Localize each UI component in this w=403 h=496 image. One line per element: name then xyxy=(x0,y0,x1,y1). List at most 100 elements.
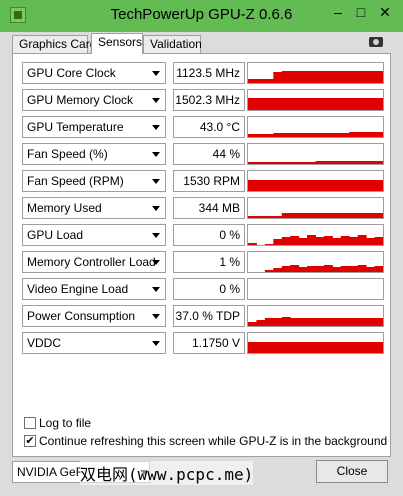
sensor-label: Video Engine Load xyxy=(27,282,129,296)
sensor-value: 1.1750 V xyxy=(173,332,245,354)
graph-bar xyxy=(281,133,291,137)
graph-bar xyxy=(332,318,342,326)
graph-bar xyxy=(332,342,342,353)
graph-bar xyxy=(281,266,291,272)
graph-bar xyxy=(374,132,383,137)
graph-bar xyxy=(332,98,342,110)
graph-bar xyxy=(264,162,274,164)
graph-bar xyxy=(323,161,333,164)
graph-bar xyxy=(349,132,359,137)
graph-bar xyxy=(273,216,283,218)
graph-bar xyxy=(273,162,283,164)
graph-bar xyxy=(366,342,376,353)
graph-bar xyxy=(315,237,325,245)
close-button[interactable]: Close xyxy=(316,460,388,483)
graph-bar xyxy=(290,236,300,245)
graph-bar xyxy=(323,133,333,137)
chevron-down-icon[interactable] xyxy=(152,233,160,238)
graph-bar xyxy=(315,266,325,272)
graph-bar xyxy=(264,270,274,272)
tab-sensors[interactable]: Sensors xyxy=(91,33,143,54)
title-bar[interactable]: TechPowerUp GPU-Z 0.6.6 – □ ✕ xyxy=(0,0,403,32)
chevron-down-icon[interactable] xyxy=(152,125,160,130)
sensor-value: 0 % xyxy=(173,278,245,300)
sensor-select[interactable]: GPU Memory Clock xyxy=(22,89,166,111)
gpuz-window: TechPowerUp GPU-Z 0.6.6 – □ ✕ Graphics C… xyxy=(0,0,403,496)
chevron-down-icon[interactable] xyxy=(152,341,160,346)
graph-bar xyxy=(256,216,266,218)
graph-bar xyxy=(366,71,376,83)
graph-bar xyxy=(323,236,333,245)
sensor-row: Memory Controller Load 1 % xyxy=(22,251,384,273)
sensor-select[interactable]: Memory Controller Load xyxy=(22,251,166,273)
graph-bar xyxy=(366,98,376,110)
sensor-label: VDDC xyxy=(27,336,62,350)
graph-bar xyxy=(315,98,325,110)
sensor-select[interactable]: Fan Speed (%) xyxy=(22,143,166,165)
graph-bar xyxy=(366,213,376,218)
graph-bar xyxy=(281,317,291,326)
sensor-graph xyxy=(247,62,384,84)
graph-bar xyxy=(248,322,257,326)
graph-bar xyxy=(264,318,274,326)
sensor-graph xyxy=(247,116,384,138)
tab-graphics-card[interactable]: Graphics Card xyxy=(12,35,96,53)
continue-refreshing-checkbox[interactable]: ✔ xyxy=(24,435,36,447)
chevron-down-icon[interactable] xyxy=(152,179,160,184)
sensors-panel: GPU Core Clock 1123.5 MHz GPU Memory Clock… xyxy=(12,53,391,457)
sensor-select[interactable]: Memory Used xyxy=(22,197,166,219)
chevron-down-icon[interactable] xyxy=(152,260,160,265)
graph-bar xyxy=(256,180,266,191)
graph-bar xyxy=(374,237,383,245)
graph-bar xyxy=(340,161,350,164)
sensor-select[interactable]: Video Engine Load xyxy=(22,278,166,300)
graph-bar xyxy=(290,133,300,137)
graph-bar xyxy=(340,133,350,137)
chevron-down-icon[interactable] xyxy=(152,314,160,319)
graph-bar xyxy=(349,213,359,218)
sensor-select[interactable]: Power Consumption xyxy=(22,305,166,327)
graph-bar xyxy=(307,342,316,353)
log-to-file-checkbox[interactable] xyxy=(24,417,36,429)
graph-bar xyxy=(323,98,333,110)
graph-bar xyxy=(374,180,383,191)
sensor-value: 344 MB xyxy=(173,197,245,219)
tab-validation[interactable]: Validation xyxy=(143,35,202,53)
close-window-icon[interactable]: ✕ xyxy=(370,2,400,22)
sensor-select[interactable]: GPU Core Clock xyxy=(22,62,166,84)
chevron-down-icon[interactable] xyxy=(152,98,160,103)
graph-bar xyxy=(366,161,376,164)
graph-bar xyxy=(281,180,291,191)
graph-bar xyxy=(264,180,274,191)
chevron-down-icon[interactable] xyxy=(152,152,160,157)
chevron-down-icon[interactable] xyxy=(152,206,160,211)
graph-bar xyxy=(374,318,383,326)
graph-bar xyxy=(366,318,376,326)
sensor-graph-svg xyxy=(248,342,383,353)
graph-bar xyxy=(273,239,283,245)
camera-icon[interactable] xyxy=(369,37,383,47)
sensor-value: 1502.3 MHz xyxy=(173,89,245,111)
graph-bar xyxy=(281,71,291,83)
sensor-value: 1 % xyxy=(173,251,245,273)
graph-bar xyxy=(332,238,342,245)
sensor-graph-svg xyxy=(248,161,383,164)
sensor-select[interactable]: GPU Temperature xyxy=(22,116,166,138)
graph-bar xyxy=(307,318,316,326)
graph-bar xyxy=(273,342,283,353)
graph-bar xyxy=(281,342,291,353)
graph-bar xyxy=(332,213,342,218)
sensor-select[interactable]: VDDC xyxy=(22,332,166,354)
graph-bar xyxy=(290,213,300,218)
graph-bar xyxy=(290,180,300,191)
sensor-select[interactable]: Fan Speed (RPM) xyxy=(22,170,166,192)
chevron-down-icon[interactable] xyxy=(152,287,160,292)
graph-bar xyxy=(256,134,266,137)
graph-bar xyxy=(349,71,359,83)
graph-bar xyxy=(290,71,300,83)
sensor-select[interactable]: GPU Load xyxy=(22,224,166,246)
graph-bar xyxy=(323,71,333,83)
graph-bar xyxy=(366,267,376,272)
sensor-graph-svg xyxy=(248,180,383,191)
chevron-down-icon[interactable] xyxy=(152,71,160,76)
